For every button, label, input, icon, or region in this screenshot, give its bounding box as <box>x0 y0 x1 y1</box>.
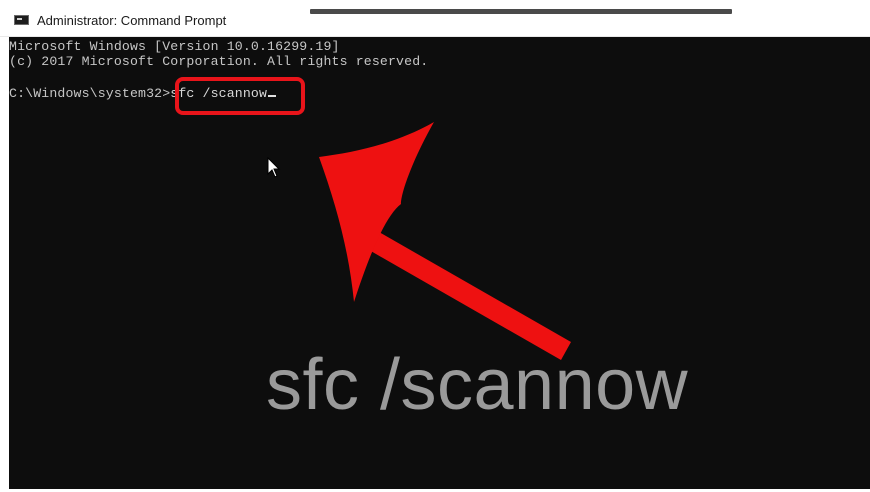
red-arrow-icon <box>319 122 571 360</box>
window-title: Administrator: Command Prompt <box>37 13 227 28</box>
title-bar-strip <box>310 9 732 14</box>
version-line: Microsoft Windows [Version 10.0.16299.19… <box>9 39 340 54</box>
console-area[interactable]: Microsoft Windows [Version 10.0.16299.19… <box>9 37 870 489</box>
command-highlight-box <box>175 77 305 115</box>
command-prompt-window: Administrator: Command Prompt Microsoft … <box>0 0 870 492</box>
prompt-path: C:\Windows\system32> <box>9 86 171 101</box>
command-caption: sfc /scannow <box>266 345 689 425</box>
cmd-icon <box>14 15 29 25</box>
title-bar[interactable]: Administrator: Command Prompt <box>0 0 870 37</box>
mouse-pointer-icon <box>267 157 281 178</box>
copyright-line: (c) 2017 Microsoft Corporation. All righ… <box>9 54 429 69</box>
